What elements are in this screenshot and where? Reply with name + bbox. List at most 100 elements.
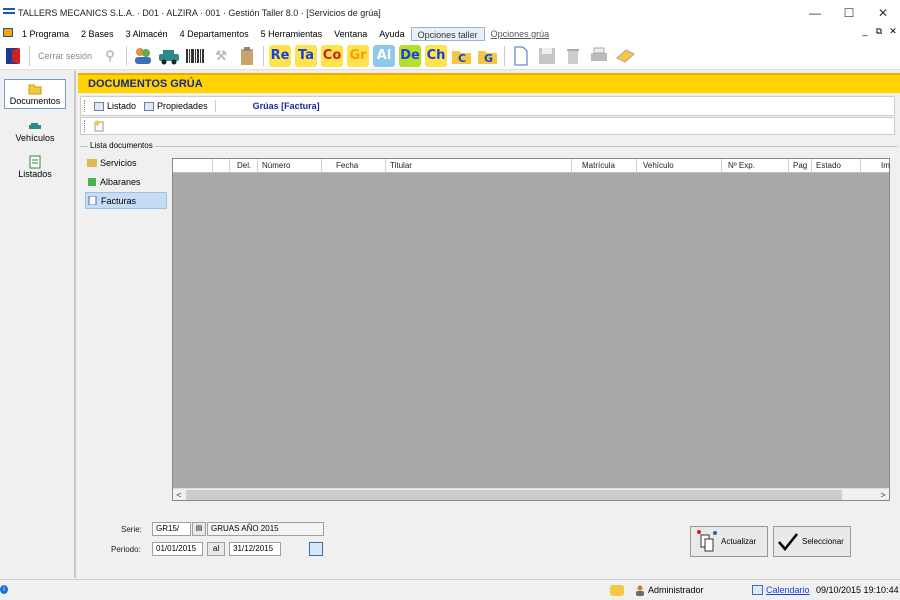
nav-documentos[interactable]: Documentos bbox=[4, 79, 66, 109]
secondary-toolbar bbox=[80, 117, 895, 135]
scroll-thumb[interactable] bbox=[186, 490, 842, 500]
calendario-link[interactable]: Calendario bbox=[766, 585, 810, 595]
mdi-restore-button[interactable]: ⧉ bbox=[872, 26, 886, 37]
cerrar-sesion-button[interactable]: Cerrar sesión bbox=[35, 45, 95, 67]
svg-text:C: C bbox=[458, 52, 466, 65]
maximize-button[interactable]: ☐ bbox=[832, 0, 866, 26]
menu-opciones-grua[interactable]: Opciones grúa bbox=[485, 27, 556, 41]
minimize-button[interactable]: — bbox=[798, 0, 832, 26]
key-icon[interactable]: ⚲ bbox=[99, 45, 121, 67]
listado-label: Listado bbox=[107, 101, 137, 111]
col-titular[interactable]: Titular bbox=[386, 159, 572, 173]
doctype-albaranes[interactable]: Albaranes bbox=[85, 173, 167, 190]
almacen-icon[interactable]: Al bbox=[373, 44, 396, 67]
calendar-picker-icon[interactable] bbox=[309, 542, 323, 556]
periodo-to-input[interactable]: 31/12/2015 bbox=[229, 542, 281, 556]
exit-door-icon[interactable] bbox=[2, 45, 24, 67]
user-icon bbox=[635, 585, 645, 596]
folder-g-icon[interactable]: G bbox=[477, 45, 499, 67]
nav-documentos-label: Documentos bbox=[9, 96, 61, 106]
nav-vehiculos-label: Vehículos bbox=[15, 133, 55, 143]
print-icon[interactable] bbox=[588, 45, 610, 67]
car-icon bbox=[4, 119, 66, 133]
doctype-facturas[interactable]: Facturas bbox=[85, 192, 167, 209]
eraser-icon[interactable] bbox=[614, 45, 636, 67]
horizontal-scrollbar[interactable]: < > bbox=[173, 488, 889, 500]
propiedades-button[interactable]: Propiedades bbox=[140, 101, 212, 111]
delete-icon[interactable] bbox=[562, 45, 584, 67]
save-icon[interactable] bbox=[536, 45, 558, 67]
departamentos-icon[interactable]: De bbox=[399, 44, 422, 67]
app-icon bbox=[3, 8, 15, 18]
col-n-exp[interactable]: Nº Exp. bbox=[722, 159, 789, 173]
left-nav: Documentos Vehículos Listados bbox=[0, 71, 76, 578]
document-type-label: Grúas [Factura] bbox=[252, 101, 320, 111]
serie-input[interactable]: GR15/ bbox=[152, 522, 191, 536]
doctype-albaranes-label: Albaranes bbox=[100, 176, 141, 187]
menu-almacen[interactable]: 3 Almacén bbox=[120, 27, 174, 41]
propiedades-icon bbox=[144, 101, 155, 111]
folder-icon bbox=[5, 82, 65, 96]
col-numero[interactable]: Número bbox=[258, 159, 322, 173]
col-vehiculo[interactable]: Vehículo bbox=[637, 159, 722, 173]
nav-listados[interactable]: Listados bbox=[4, 153, 66, 181]
col-select[interactable] bbox=[173, 159, 213, 173]
scroll-right-icon[interactable]: > bbox=[877, 489, 889, 501]
menu-app-icon[interactable] bbox=[0, 27, 16, 41]
group-label: Lista documentos bbox=[88, 141, 155, 150]
mdi-minimize-button[interactable]: _ bbox=[858, 26, 872, 37]
seleccionar-button[interactable]: Seleccionar bbox=[773, 526, 851, 557]
menu-herramientas[interactable]: 5 Herramientas bbox=[255, 27, 329, 41]
documents-grid[interactable]: Del. Número Fecha Titular Matrícula Vehí… bbox=[172, 158, 890, 501]
menu-bases[interactable]: 2 Bases bbox=[75, 27, 120, 41]
document-toolbar: Listado Propiedades Grúas [Factura] bbox=[80, 96, 895, 116]
compras-icon[interactable]: Co bbox=[321, 44, 344, 67]
taller-icon[interactable]: Ta bbox=[295, 44, 318, 67]
periodo-from-input[interactable]: 01/01/2015 bbox=[152, 542, 203, 556]
barcode-icon[interactable] bbox=[184, 45, 206, 67]
albaranes-icon bbox=[88, 178, 96, 186]
col-del[interactable]: Del. bbox=[230, 159, 258, 173]
main-toolbar: Cerrar sesión ⚲ ⚒ Re Ta Co Gr Al De Ch C… bbox=[0, 42, 900, 70]
actualizar-button[interactable]: Actualizar bbox=[690, 526, 768, 557]
menu-ayuda[interactable]: Ayuda bbox=[373, 27, 410, 41]
status-bar: i Administrador Calendario 09/10/2015 19… bbox=[0, 579, 900, 600]
scroll-left-icon[interactable]: < bbox=[173, 489, 185, 501]
chat-icon[interactable] bbox=[610, 585, 624, 596]
menu-opciones-taller[interactable]: Opciones taller bbox=[410, 27, 485, 41]
col-flag[interactable] bbox=[213, 159, 230, 173]
folder-c-icon[interactable]: C bbox=[451, 45, 473, 67]
col-matricula[interactable]: Matrícula bbox=[572, 159, 637, 173]
grua-icon[interactable]: Gr bbox=[347, 44, 370, 67]
al-button[interactable]: al bbox=[207, 542, 225, 556]
menu-ventana[interactable]: Ventana bbox=[328, 27, 373, 41]
listado-button[interactable]: Listado bbox=[90, 101, 140, 111]
tools-icon[interactable]: ⚒ bbox=[210, 45, 232, 67]
serie-label: Serie: bbox=[121, 525, 142, 534]
clipboard-icon[interactable] bbox=[236, 45, 258, 67]
col-pag[interactable]: Pag bbox=[789, 159, 812, 173]
doctype-servicios-label: Servicios bbox=[100, 157, 137, 168]
menu-programa[interactable]: 1 Programa bbox=[16, 27, 75, 41]
new-item-icon[interactable] bbox=[92, 119, 106, 133]
close-button[interactable]: ✕ bbox=[866, 0, 900, 26]
svg-text:G: G bbox=[484, 52, 493, 65]
mdi-close-button[interactable]: ✕ bbox=[886, 26, 900, 37]
main-panel: DOCUMENTOS GRÚA Listado Propiedades Grúa… bbox=[78, 71, 900, 578]
menu-departamentos[interactable]: 4 Departamentos bbox=[174, 27, 255, 41]
clients-icon[interactable] bbox=[132, 45, 154, 67]
menu-bar: 1 Programa 2 Bases 3 Almacén 4 Departame… bbox=[0, 26, 900, 42]
recepcion-icon[interactable]: Re bbox=[269, 44, 292, 67]
serie-lookup-button[interactable]: ▤ bbox=[192, 522, 206, 536]
col-importe[interactable]: Im bbox=[861, 159, 890, 173]
chapa-icon[interactable]: Ch bbox=[425, 44, 448, 67]
nav-vehiculos[interactable]: Vehículos bbox=[4, 117, 66, 145]
facturas-icon bbox=[88, 196, 97, 205]
list-icon bbox=[4, 155, 66, 169]
col-fecha[interactable]: Fecha bbox=[322, 159, 386, 173]
new-document-icon[interactable] bbox=[510, 45, 532, 67]
doctype-servicios[interactable]: Servicios bbox=[85, 154, 167, 171]
document-type-list: Servicios Albaranes Facturas bbox=[85, 154, 167, 211]
vehicle-icon[interactable] bbox=[158, 45, 180, 67]
col-estado[interactable]: Estado bbox=[812, 159, 861, 173]
